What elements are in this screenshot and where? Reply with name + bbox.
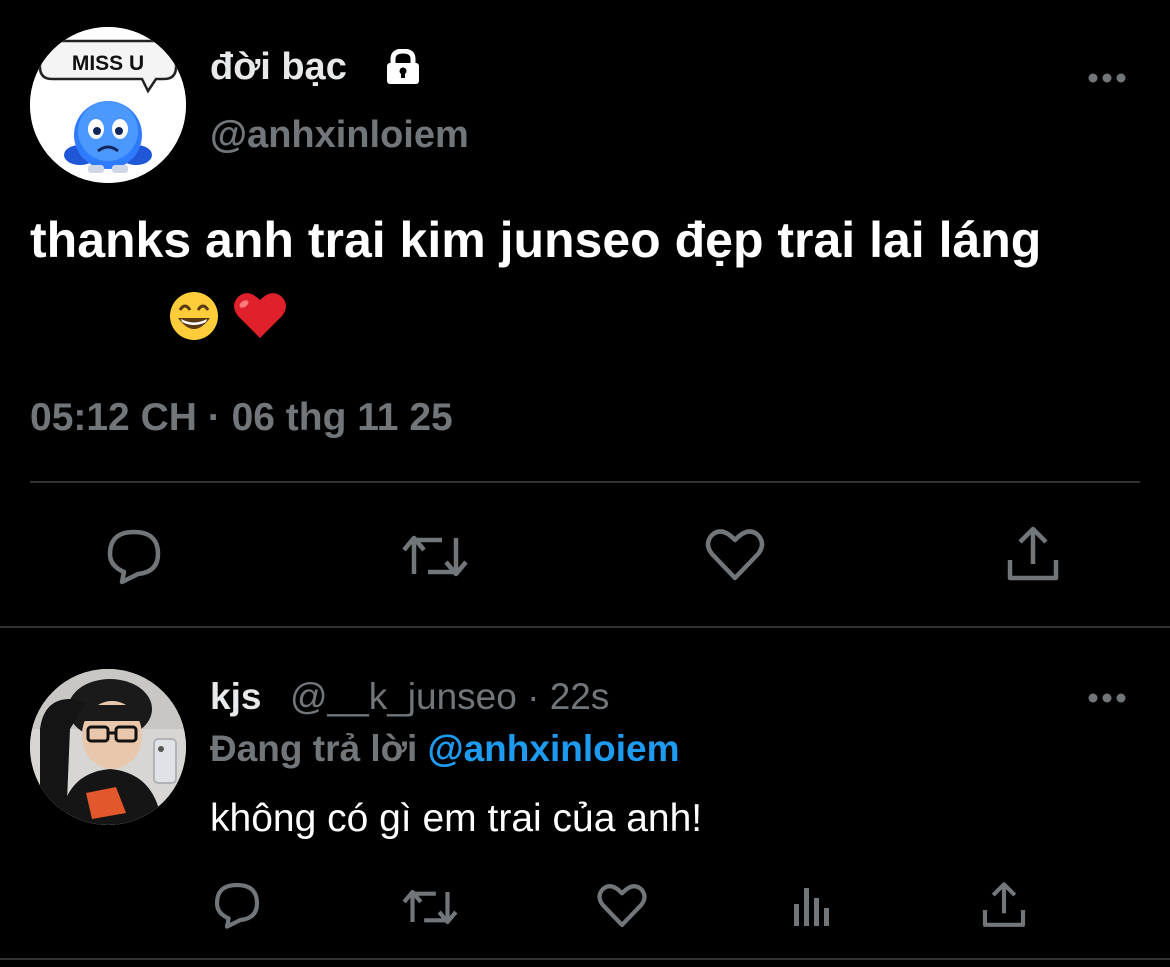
divider	[0, 626, 1170, 628]
lock-icon	[381, 48, 425, 85]
retweet-icon[interactable]	[400, 526, 470, 586]
tweet-timestamp[interactable]: 05:12 CH · 06 thg 11 25	[30, 396, 453, 440]
views-icon[interactable]	[790, 882, 834, 928]
tweet-text: thanks anh trai kim junseo đẹp trai lai …	[30, 212, 1042, 268]
reply-author-avatar[interactable]	[30, 669, 186, 825]
retweet-icon[interactable]	[400, 882, 460, 932]
user-photo-avatar-icon	[30, 669, 186, 825]
reply-icon[interactable]	[104, 526, 164, 586]
more-options-icon[interactable]	[1087, 690, 1127, 706]
like-icon[interactable]	[596, 880, 648, 930]
replying-to-context: Đang trả lời @anhxinloiem	[210, 728, 679, 770]
author-avatar[interactable]: MISS U	[30, 27, 186, 183]
reply-author-meta[interactable]: @__k_junseo · 22s	[290, 676, 609, 718]
red-heart-emoji-icon	[234, 293, 286, 338]
reply-author-display-name[interactable]: kjs	[210, 676, 261, 718]
replying-to-label: Đang trả lời	[210, 728, 418, 769]
divider	[0, 958, 1170, 960]
like-icon[interactable]	[704, 524, 766, 584]
replying-to-handle-link[interactable]: @anhxinloiem	[428, 728, 680, 769]
reply-icon[interactable]	[212, 880, 262, 930]
more-options-icon[interactable]	[1087, 70, 1127, 86]
share-icon[interactable]	[1004, 524, 1062, 584]
author-display-name[interactable]: đời bạc	[210, 46, 347, 89]
divider	[30, 481, 1140, 483]
tweet-emojis	[168, 288, 292, 342]
author-handle[interactable]: @anhxinloiem	[210, 114, 469, 157]
miss-u-bubble-text: MISS U	[72, 52, 144, 75]
share-icon[interactable]	[980, 880, 1028, 930]
sad-blue-emoji-avatar-icon: MISS U	[30, 27, 186, 183]
grinning-face-emoji-icon	[170, 292, 218, 340]
reply-text: không có gì em trai của anh!	[210, 797, 703, 840]
